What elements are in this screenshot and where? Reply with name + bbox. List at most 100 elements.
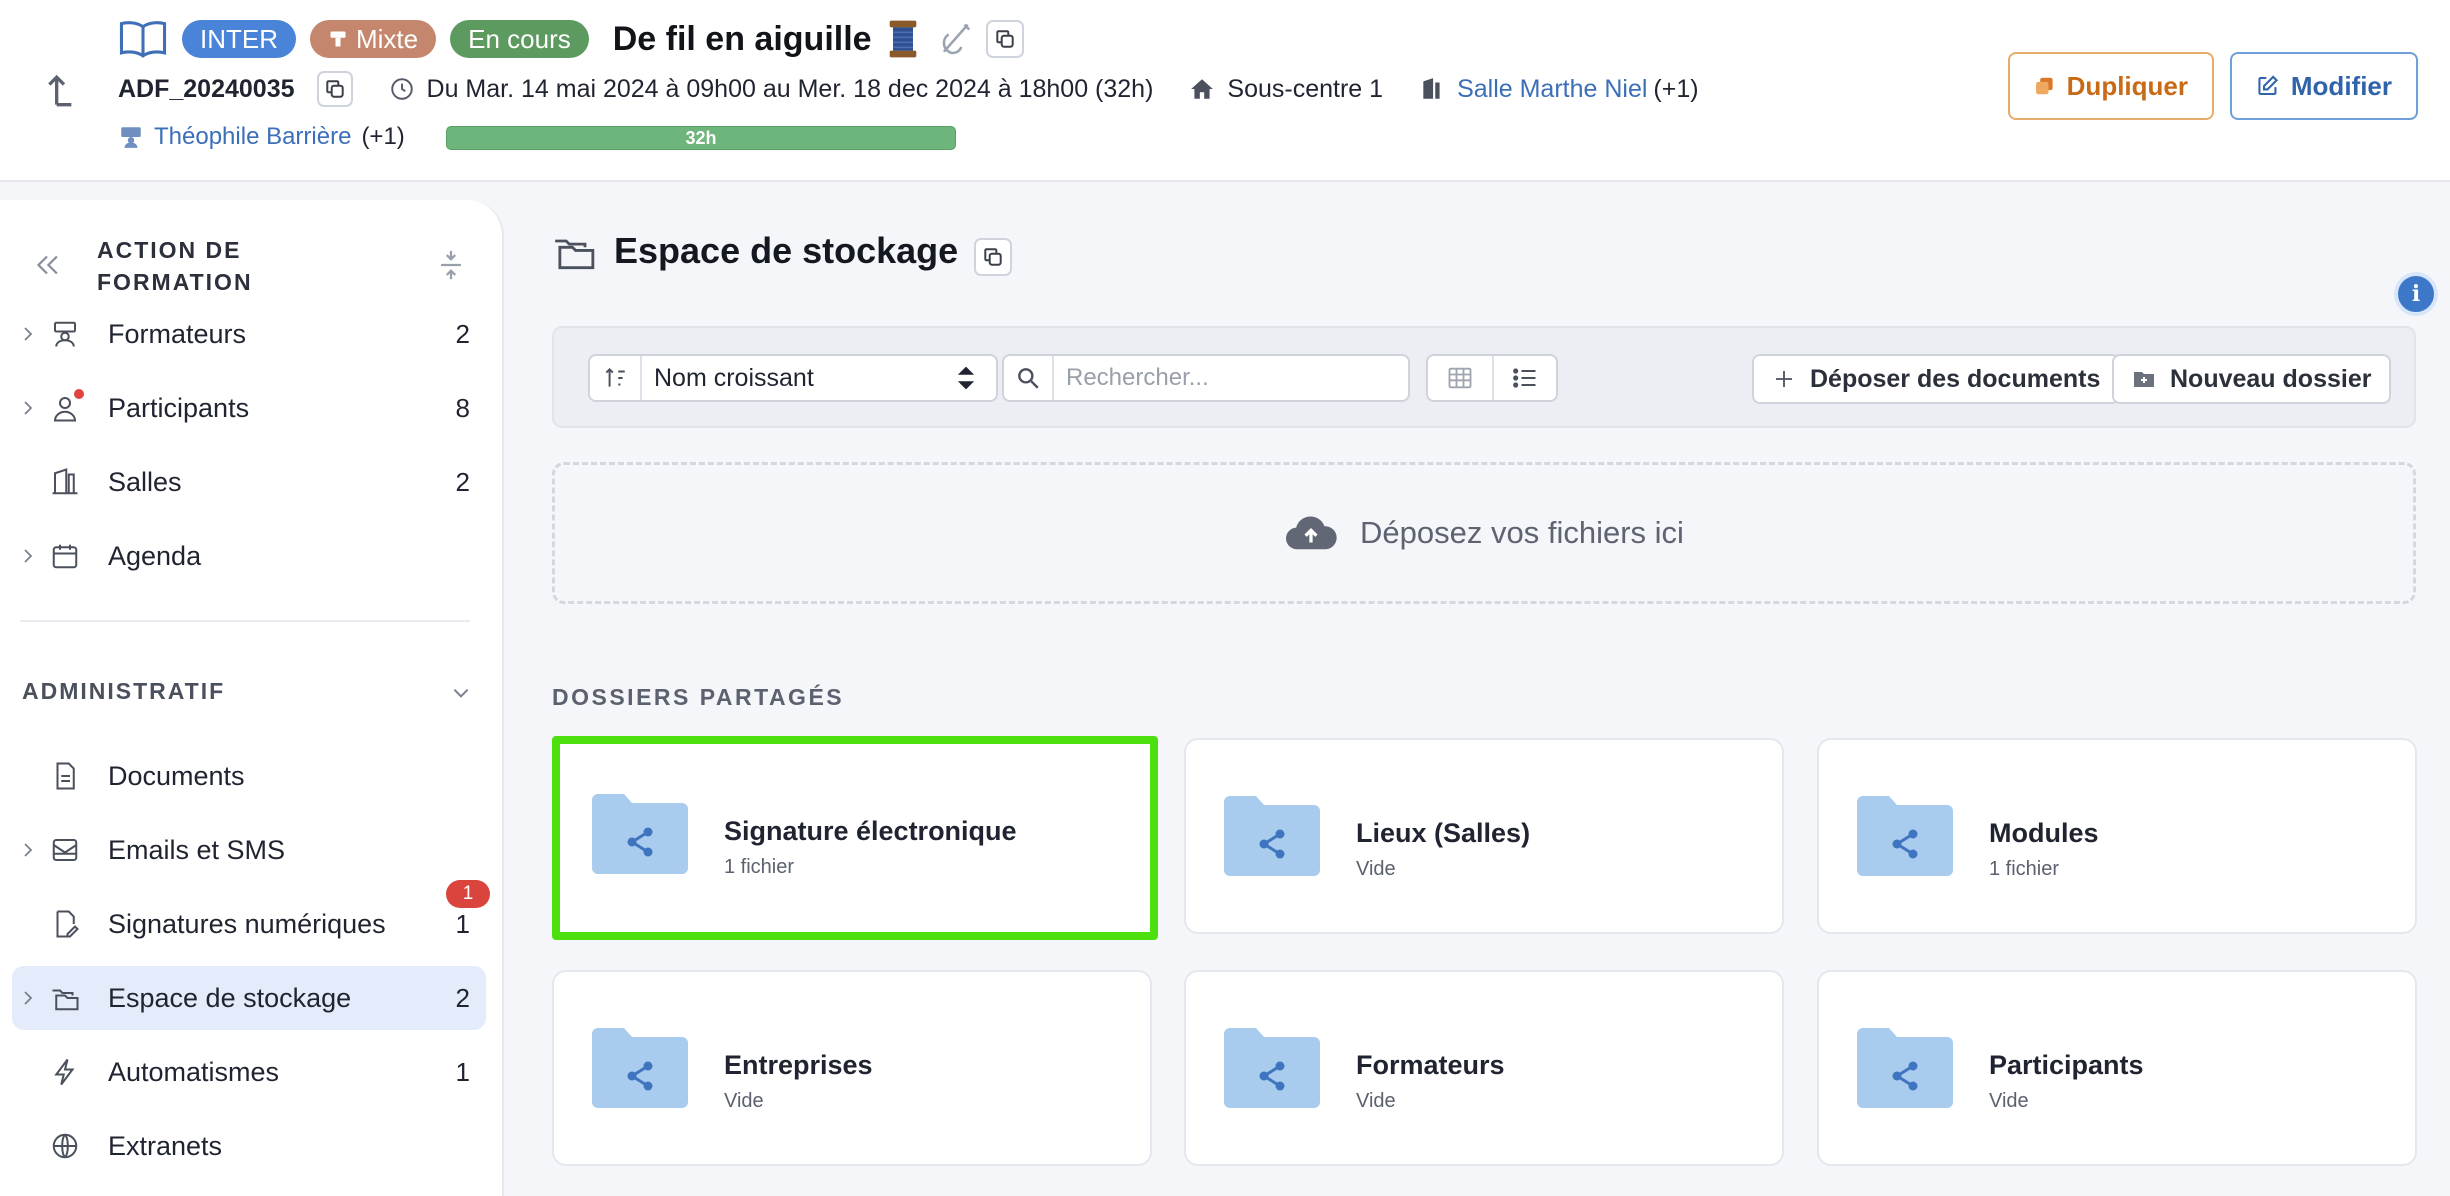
room-link[interactable]: Salle Marthe Niel (1457, 75, 1647, 104)
sort-icon (590, 356, 642, 400)
globe-icon (50, 1131, 80, 1161)
copy-icon (995, 30, 1014, 48)
signatures-notification-badge: 1 (446, 880, 490, 908)
sidebar-item-count: 1 (455, 1056, 470, 1087)
folders-icon (552, 234, 596, 270)
needle-icon (936, 19, 972, 59)
collapse-sidebar-icon[interactable] (30, 248, 64, 282)
folder-name: Entreprises (724, 1050, 873, 1080)
sidebar-item-extranets[interactable]: Extranets (12, 1114, 486, 1178)
folder-file-count: Vide (1356, 858, 1396, 880)
upload-documents-button[interactable]: Déposer des documents (1752, 354, 2121, 404)
mail-icon (50, 835, 80, 865)
sidebar-item-automatismes[interactable]: Automatismes 1 (12, 1040, 486, 1104)
sidebar-item-count: 2 (455, 982, 470, 1013)
chevron-right-icon (24, 401, 33, 415)
page-header: INTER Mixte En cours De fil en aiguille … (0, 0, 2450, 182)
sidebar-item-signatures[interactable]: Signatures numériques 1 (12, 892, 486, 956)
chevron-down-icon[interactable] (450, 682, 472, 704)
folder-file-count: Vide (724, 1090, 764, 1112)
sidebar-item-agenda[interactable]: Agenda (12, 524, 486, 588)
sidebar-item-participants[interactable]: Participants 8 (12, 376, 486, 440)
sidebar-item-formateurs[interactable]: Formateurs 2 (12, 302, 486, 366)
chevron-right-icon (24, 549, 33, 563)
sort-select[interactable]: Nom croissant (588, 354, 998, 402)
new-folder-button[interactable]: Nouveau dossier (2112, 354, 2392, 404)
sidebar-item-count: 1 (455, 908, 470, 939)
site-name: Sous-centre 1 (1227, 74, 1384, 103)
trainer-icon (121, 127, 141, 148)
trainer-link[interactable]: Théophile Barrière (154, 123, 351, 151)
edit-icon (2258, 75, 2279, 96)
calendar-icon (50, 541, 80, 571)
sidebar-item-documents[interactable]: Documents (12, 744, 486, 808)
chevron-right-icon (24, 991, 33, 1005)
folder-share-icon (592, 1028, 688, 1108)
folders-icon (50, 983, 80, 1013)
sort-select-value: Nom croissant (654, 363, 814, 392)
sidebar-section-title: ACTION DE FORMATION (97, 237, 253, 295)
badge-mixte: Mixte (310, 20, 437, 58)
sidebar-item-salles[interactable]: Salles 2 (12, 450, 486, 514)
folder-card-formateurs[interactable]: Formateurs Vide (1184, 970, 1784, 1166)
edit-button[interactable]: Modifier (2230, 52, 2418, 120)
grid-view-button[interactable] (1428, 356, 1492, 400)
sidebar-item-emails-sms[interactable]: Emails et SMS (12, 818, 486, 882)
info-icon[interactable]: i (2394, 272, 2438, 316)
sidebar-item-label: Emails et SMS (108, 834, 286, 865)
signature-icon (50, 909, 80, 939)
list-view-button[interactable] (1491, 356, 1556, 400)
dates-meta: Du Mar. 14 mai 2024 à 09h00 au Mer. 18 d… (389, 74, 1154, 104)
badge-inter: INTER (182, 20, 296, 58)
folder-card-signature-electronique[interactable]: Signature électronique 1 fichier (552, 736, 1158, 940)
room-extra: (+1) (1653, 74, 1699, 103)
trainer-icon (50, 319, 80, 349)
sidebar-item-label: Formateurs (108, 318, 247, 349)
site-meta: Sous-centre 1 (1189, 75, 1383, 104)
reference-code: ADF_20240035 (118, 74, 295, 103)
notification-dot (74, 389, 84, 399)
compress-icon[interactable] (434, 248, 468, 282)
chevron-right-icon (24, 843, 33, 857)
folder-card-participants[interactable]: Participants Vide (1817, 970, 2417, 1166)
copy-reference-button[interactable] (316, 71, 353, 107)
session-dates: Du Mar. 14 mai 2024 à 09h00 au Mer. 18 d… (426, 74, 1154, 103)
folder-share-icon (1224, 1028, 1320, 1108)
copy-title-button[interactable] (985, 20, 1024, 58)
section-title: Espace de stockage (614, 230, 959, 271)
chevron-right-icon (24, 327, 33, 341)
room-icon (1423, 78, 1440, 99)
sidebar-item-label: Automatismes (108, 1056, 280, 1087)
folder-plus-icon (2134, 372, 2154, 387)
sidebar-item-label: Salles (108, 466, 182, 497)
bolt-icon (50, 1057, 80, 1087)
spool-icon (886, 19, 922, 59)
hours-progress-bar: 32h (446, 126, 956, 150)
folder-share-icon (592, 794, 688, 874)
folder-name: Participants (1989, 1050, 2144, 1080)
search-icon (1004, 356, 1054, 400)
copy-section-button[interactable] (974, 238, 1012, 276)
folder-share-icon (1224, 796, 1320, 876)
header-title-row: INTER Mixte En cours De fil en aiguille (118, 16, 1024, 62)
file-dropzone[interactable]: Déposez vos fichiers ici (552, 462, 2416, 604)
sidebar-item-espace-stockage[interactable]: Espace de stockage 2 (12, 966, 486, 1030)
sidebar-item-count: 8 (455, 392, 470, 423)
folder-card-lieux-salles[interactable]: Lieux (Salles) Vide (1184, 738, 1784, 934)
select-arrows-icon (957, 366, 975, 390)
search-box[interactable] (1002, 354, 1410, 402)
sidebar-admin-title: ADMINISTRATIF (22, 678, 226, 704)
duplicate-button[interactable]: Dupliquer (2008, 52, 2214, 120)
folder-card-entreprises[interactable]: Entreprises Vide (552, 970, 1152, 1166)
header-trainer-row: Théophile Barrière (+1) (118, 120, 405, 154)
room-icon (50, 467, 80, 497)
sidebar-item-label: Documents (108, 760, 245, 791)
header-meta-row: ADF_20240035 Du Mar. 14 mai 2024 à 09h00… (118, 68, 1699, 110)
folder-share-icon (1857, 796, 1953, 876)
folder-name: Lieux (Salles) (1356, 818, 1531, 848)
document-icon (50, 761, 80, 791)
back-icon[interactable] (42, 68, 86, 112)
folder-card-modules[interactable]: Modules 1 fichier (1817, 738, 2417, 934)
folder-share-icon (1857, 1028, 1953, 1108)
search-input[interactable] (1066, 364, 1396, 392)
